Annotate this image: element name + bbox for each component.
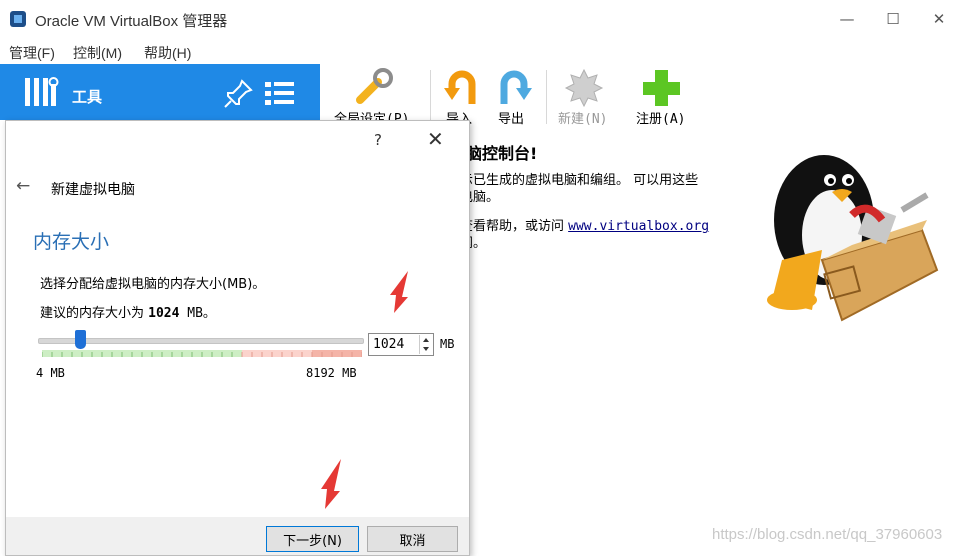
wrench-icon (356, 68, 393, 104)
virtualbox-logo-icon (10, 11, 26, 27)
maximize-button[interactable]: ☐ (870, 0, 916, 38)
menu-help[interactable]: 帮助(H) (144, 43, 191, 63)
welcome-help-text: 查看帮助，或访问 (460, 219, 569, 234)
spin-up-down-icon (423, 338, 429, 351)
memory-description: 选择分配给虚拟电脑的内存大小(MB)。 (40, 277, 266, 292)
memory-min-label: 4 MB (36, 366, 65, 380)
penguin-toolbox-illustration (767, 155, 939, 322)
memory-section-title: 内存大小 (33, 231, 110, 253)
welcome-title: 脑控制台! (466, 144, 538, 163)
export-button[interactable]: 导出 (492, 64, 540, 128)
register-label: 注册(A) (636, 112, 686, 127)
recommended-value: 1024 (148, 306, 180, 321)
memory-slider-handle[interactable] (75, 330, 86, 349)
help-button[interactable]: ? (374, 131, 382, 149)
welcome-line-1: 示已生成的虚拟电脑和编组。 可以用这些 (460, 173, 699, 188)
annotation-arrow (390, 271, 408, 313)
import-icon (444, 70, 476, 104)
title-bar: Oracle VM VirtualBox 管理器 — ☐ ✕ (0, 0, 962, 38)
annotation-arrow (321, 459, 341, 509)
watermark: https://blog.csdn.net/qq_37960603 (712, 526, 943, 543)
window-title: Oracle VM VirtualBox 管理器 (35, 13, 228, 30)
memory-unit: MB (440, 337, 455, 351)
minimize-button[interactable]: — (824, 0, 870, 38)
pin-icon[interactable] (222, 78, 254, 110)
memory-slider-ticks (42, 350, 362, 357)
new-icon (564, 68, 604, 108)
close-dialog-button[interactable]: ✕ (427, 127, 444, 151)
memory-recommendation: 建议的内存大小为 1024 MB。 (40, 302, 216, 321)
spin-arrows[interactable] (419, 335, 432, 354)
new-vm-label: 新建(N) (558, 112, 608, 127)
menu-bar: 管理(F) 控制(M) 帮助(H) (0, 38, 962, 64)
virtualbox-link[interactable]: www.virtualbox.org (568, 219, 709, 234)
recommendation-suffix: MB。 (179, 306, 216, 321)
next-button[interactable]: 下一步(N) (266, 526, 359, 552)
dialog-heading: 新建虚拟电脑 (51, 182, 135, 198)
new-vm-button[interactable]: 新建(N) (554, 64, 612, 128)
memory-slider-track[interactable] (38, 338, 364, 344)
list-menu-icon[interactable] (264, 80, 296, 108)
sidebar-item-tools[interactable]: 工具 (0, 64, 320, 120)
memory-value: 1024 (373, 337, 405, 352)
back-arrow-icon[interactable]: ← (16, 176, 30, 196)
new-vm-dialog: ? ✕ ← 新建虚拟电脑 内存大小 选择分配给虚拟电脑的内存大小(MB)。 建议… (5, 120, 470, 556)
tools-icon (25, 77, 59, 106)
global-settings-button[interactable]: 全局设定(P) (328, 64, 418, 128)
toolbar-separator (546, 70, 547, 124)
cancel-button[interactable]: 取消 (367, 526, 458, 552)
memory-max-label: 8192 MB (306, 366, 357, 380)
add-icon (643, 70, 680, 106)
menu-file[interactable]: 管理(F) (9, 43, 55, 63)
memory-spinbox[interactable]: 1024 (368, 333, 434, 356)
recommendation-prefix: 建议的内存大小为 (40, 306, 149, 321)
welcome-line-3: 查看帮助，或访问 www.virtualbox.org (460, 218, 709, 235)
main-toolbar: 全局设定(P) 导入 导出 新建(N) 注册(A) (320, 64, 962, 128)
export-icon (500, 70, 532, 104)
tools-label: 工具 (72, 88, 103, 106)
menu-machine[interactable]: 控制(M) (73, 43, 122, 63)
export-label: 导出 (498, 112, 525, 127)
toolbar-separator (430, 70, 431, 124)
import-button[interactable]: 导入 (438, 64, 486, 128)
register-button[interactable]: 注册(A) (630, 64, 694, 128)
close-window-button[interactable]: ✕ (916, 0, 962, 38)
